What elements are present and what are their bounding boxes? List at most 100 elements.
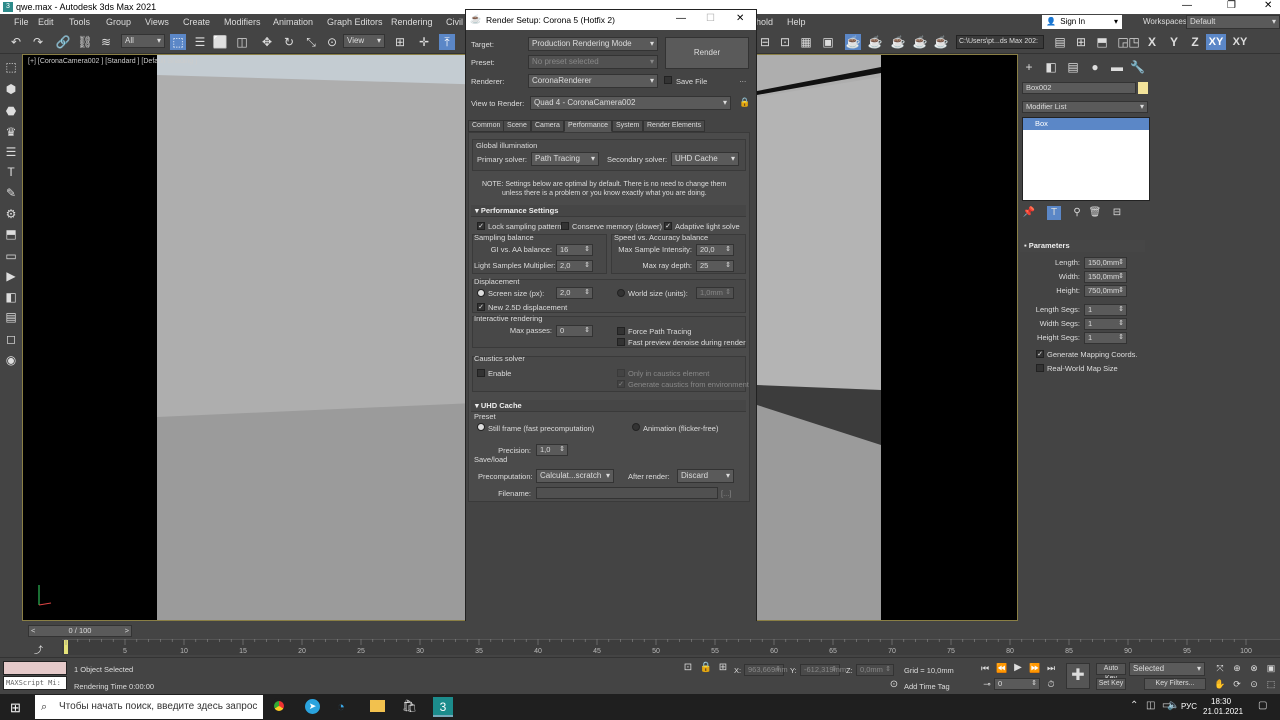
filename-browse-button[interactable]: [...] [721, 489, 731, 498]
utilities-icon[interactable]: ▶ [4, 269, 18, 283]
configure-sets-icon[interactable]: ⊟ [1110, 206, 1124, 220]
selection-lock-icon[interactable]: 🔒 [699, 661, 713, 675]
remove-modifier-icon[interactable]: 🗑 [1088, 206, 1102, 220]
renderer-dropdown[interactable]: CoronaRenderer [528, 74, 658, 88]
caustics-enable-checkbox[interactable] [477, 369, 485, 377]
create-tab-icon[interactable]: + [1022, 60, 1036, 74]
motion-tab-icon[interactable]: ● [1088, 60, 1102, 74]
render-setup-icon[interactable]: ☕ [845, 34, 861, 50]
viewport-label[interactable]: [+] [CoronaCamera002 ] [Standard ] [Defa… [28, 58, 197, 65]
restore-icon[interactable]: ❐ [1227, 0, 1236, 11]
z-coord-field[interactable]: 0,0mm [856, 664, 894, 676]
ref-coord-dropdown[interactable]: View [343, 34, 385, 48]
chrome-icon[interactable] [271, 698, 287, 714]
maximize-viewport-icon[interactable]: ▣ [1264, 661, 1278, 675]
prev-key-icon[interactable]: ⏪ [995, 661, 1009, 675]
render-production-icon[interactable]: ☕ [890, 34, 906, 50]
display-icon[interactable]: ▭ [4, 249, 18, 263]
height-segs-spinner[interactable]: 1 [1084, 332, 1127, 344]
only-caustics-checkbox[interactable] [617, 369, 625, 377]
scale-icon[interactable]: ⤡ [303, 34, 319, 50]
real-world-checkbox[interactable] [1036, 364, 1044, 372]
animation-radio[interactable] [632, 423, 640, 431]
project-path-field[interactable]: C:\Users\pt...ds Max 202: [956, 35, 1044, 49]
tab-render-elements[interactable]: Render Elements [643, 120, 706, 132]
length-spinner[interactable]: 150,0mm [1084, 257, 1127, 269]
rotate-icon[interactable]: ↻ [281, 34, 297, 50]
helper-icon[interactable]: ⬒ [4, 227, 18, 241]
save-file-browse[interactable]: … [739, 75, 747, 84]
menu-graph-editors[interactable]: Graph Editors [327, 17, 383, 27]
view-to-render-dropdown[interactable]: Quad 4 - CoronaCamera002 [530, 96, 731, 110]
lock-sampling-checkbox[interactable]: ✓ [477, 222, 485, 230]
scene-explorer-icon[interactable]: ⬢ [4, 82, 18, 96]
select-manipulate-icon[interactable]: ✛ [416, 34, 432, 50]
light-icon[interactable]: ⚙ [4, 207, 18, 221]
save-file-checkbox[interactable] [664, 76, 672, 84]
windows-start-icon[interactable]: ⊞ [10, 700, 21, 716]
length-segs-spinner[interactable]: 1 [1084, 304, 1127, 316]
key-mode-icon[interactable]: ⊸ [980, 677, 994, 691]
show-end-result-icon[interactable]: T [1047, 206, 1061, 220]
make-unique-icon[interactable]: ⚲ [1070, 206, 1084, 220]
key-set-dropdown[interactable]: Selected [1129, 662, 1205, 676]
menu-views[interactable]: Views [145, 17, 169, 27]
axis-y-button[interactable]: Y [1166, 34, 1182, 50]
zoom-extents-icon[interactable]: ⤧ [1213, 661, 1227, 675]
maximize-toggle-icon[interactable]: ⬚ [1264, 677, 1278, 691]
render-button[interactable]: Render [665, 37, 749, 69]
axis-x-button[interactable]: X [1144, 34, 1160, 50]
minimize-icon[interactable]: — [1182, 0, 1192, 11]
play-icon[interactable]: ▶ [1011, 661, 1025, 675]
create-icon[interactable]: ⬚ [4, 60, 18, 74]
prev-frame-icon[interactable]: < [31, 626, 35, 636]
set-key-button[interactable]: Set Key [1096, 678, 1126, 690]
dialog-title-bar[interactable]: ☕ Render Setup: Corona 5 (Hotfix 2) — ☐ … [466, 10, 756, 30]
pan-icon[interactable]: ✋ [1213, 677, 1227, 691]
close-icon[interactable]: ✕ [1264, 0, 1272, 11]
axis-xy-button[interactable]: XY [1206, 34, 1226, 50]
select-by-name-icon[interactable]: ☰ [192, 34, 208, 50]
menu-edit[interactable]: Edit [38, 17, 54, 27]
world-size-radio[interactable] [617, 289, 625, 297]
workspaces-dropdown[interactable]: Default [1186, 15, 1280, 29]
precision-spinner[interactable]: 1,0 [536, 444, 568, 456]
dialog-maximize-icon[interactable]: ☐ [706, 13, 715, 24]
primary-solver-dropdown[interactable]: Path Tracing [531, 152, 599, 166]
light-mult-spinner[interactable]: 2,0 [556, 260, 593, 272]
display-tab-icon[interactable]: ▬ [1110, 60, 1124, 74]
y-coord-field[interactable]: -612,319mm [800, 664, 846, 676]
auto-key-button[interactable]: Auto Key [1096, 663, 1126, 682]
undo-icon[interactable]: ↶ [8, 34, 24, 50]
adaptive-light-checkbox[interactable]: ✓ [664, 222, 672, 230]
gi-aa-spinner[interactable]: 16 [556, 244, 593, 256]
menu-substance[interactable]: hold [756, 17, 773, 27]
bind-space-warp-icon[interactable]: ≋ [98, 34, 114, 50]
text-icon[interactable]: T [4, 165, 18, 179]
network-icon[interactable]: ◫ [1146, 700, 1155, 711]
go-to-end-icon[interactable]: ⏭ [1044, 661, 1058, 675]
toggle-ribbon-icon[interactable]: ⬒ [1094, 34, 1110, 50]
performance-settings-header[interactable]: ▾ Performance Settings [471, 205, 746, 217]
secondary-solver-dropdown[interactable]: UHD Cache [671, 152, 739, 166]
modifier-list-dropdown[interactable]: Modifier List [1022, 101, 1148, 113]
pivot-icon[interactable]: ⊞ [392, 34, 408, 50]
notifications-icon[interactable]: ▢ [1258, 700, 1267, 711]
language-indicator[interactable]: РУС [1181, 702, 1197, 711]
key-filters-button[interactable]: Key Filters... [1144, 678, 1206, 690]
axis-xy-cycle-button[interactable]: XY [1230, 34, 1250, 50]
zoom-icon[interactable]: ⊕ [1230, 661, 1244, 675]
menu-file[interactable]: File [14, 17, 29, 27]
select-object-icon[interactable]: ⬚ [170, 34, 186, 50]
lock-view-icon[interactable]: 🔒 [739, 97, 750, 108]
container-icon[interactable]: ♛ [4, 125, 18, 139]
width-segs-spinner[interactable]: 1 [1084, 318, 1127, 330]
edge-icon[interactable]: ◔ [337, 699, 345, 714]
frame-icon[interactable]: ◻ [4, 332, 18, 346]
snaps-icon[interactable]: ⊟ [757, 34, 773, 50]
isolate-selection-icon[interactable]: ⊡ [681, 661, 695, 675]
field-of-view-icon[interactable]: ⊗ [1247, 661, 1261, 675]
store-icon[interactable]: 🛍 [402, 699, 417, 713]
fast-preview-checkbox[interactable] [617, 338, 625, 346]
target-dropdown[interactable]: Production Rendering Mode [528, 37, 658, 51]
